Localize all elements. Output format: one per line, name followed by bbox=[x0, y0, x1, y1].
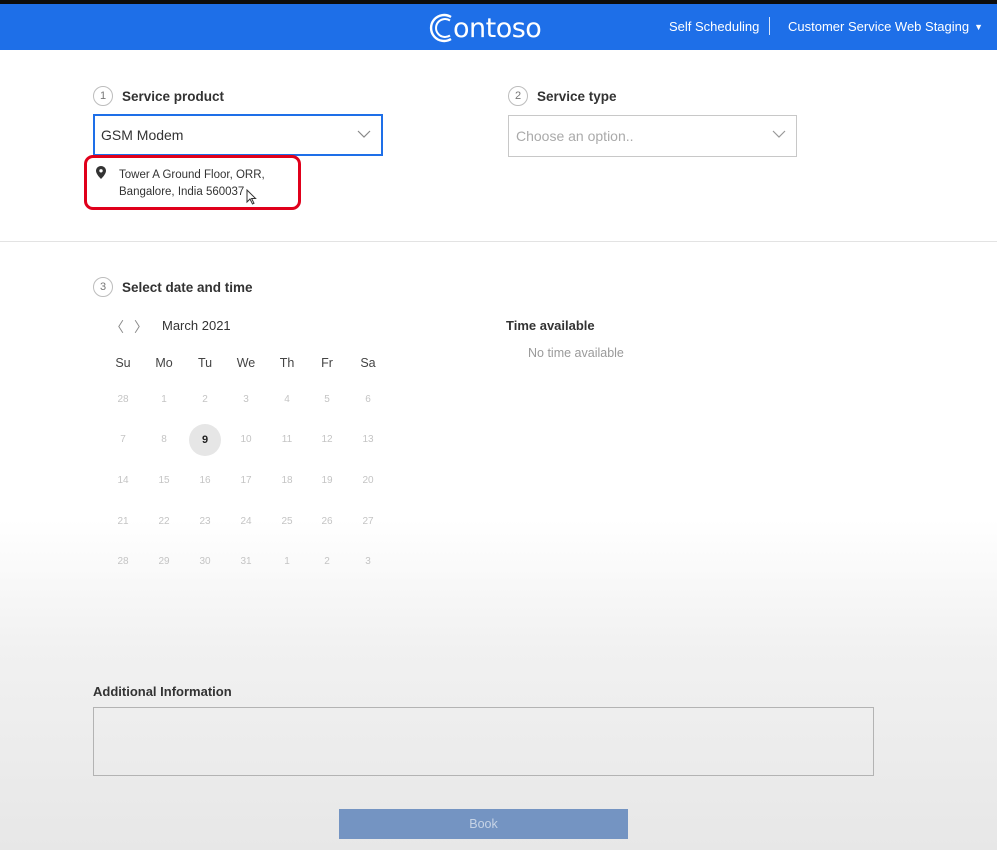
calendar-day[interactable]: 4 bbox=[271, 384, 303, 416]
contoso-logo[interactable]: ontoso bbox=[427, 8, 542, 48]
calendar-day[interactable]: 7 bbox=[107, 424, 139, 456]
additional-information-label: Additional Information bbox=[93, 684, 232, 699]
weekday-header: Sa bbox=[360, 356, 376, 370]
weekday-header: We bbox=[236, 356, 256, 370]
self-scheduling-link[interactable]: Self Scheduling bbox=[669, 19, 759, 34]
calendar-day[interactable]: 12 bbox=[311, 424, 343, 456]
time-available-title: Time available bbox=[506, 318, 595, 333]
step-date-time: 3 Select date and time bbox=[93, 277, 253, 297]
calendar-day[interactable]: 15 bbox=[148, 465, 180, 497]
additional-information-input[interactable] bbox=[93, 707, 874, 776]
address-line-1: Tower A Ground Floor, ORR, bbox=[119, 169, 265, 181]
calendar-day[interactable]: 2 bbox=[189, 384, 221, 416]
step-label: Select date and time bbox=[122, 279, 253, 295]
calendar-day[interactable]: 25 bbox=[271, 506, 303, 538]
service-type-dropdown[interactable]: Choose an option.. bbox=[508, 115, 797, 157]
calendar-day[interactable]: 18 bbox=[271, 465, 303, 497]
calendar-day[interactable]: 1 bbox=[148, 384, 180, 416]
calendar-day[interactable]: 10 bbox=[230, 424, 262, 456]
calendar-day[interactable]: 30 bbox=[189, 546, 221, 578]
calendar-day[interactable]: 11 bbox=[271, 424, 303, 456]
mouse-pointer-icon bbox=[246, 189, 257, 205]
step-label: Service type bbox=[537, 88, 617, 104]
calendar-day[interactable]: 3 bbox=[352, 546, 384, 578]
service-product-dropdown[interactable]: GSM Modem bbox=[93, 114, 383, 156]
service-type-placeholder: Choose an option.. bbox=[516, 128, 634, 144]
calendar-day[interactable]: 20 bbox=[352, 465, 384, 497]
location-pin-icon bbox=[96, 166, 106, 179]
calendar-day[interactable]: 8 bbox=[148, 424, 180, 456]
calendar-day[interactable]: 29 bbox=[148, 546, 180, 578]
step-number: 3 bbox=[93, 277, 113, 297]
weekday-header: Su bbox=[115, 356, 131, 370]
weekday-header: Mo bbox=[155, 356, 173, 370]
calendar-day[interactable]: 31 bbox=[230, 546, 262, 578]
calendar-day[interactable]: 2 bbox=[311, 546, 343, 578]
calendar-day[interactable]: 14 bbox=[107, 465, 139, 497]
calendar-day[interactable]: 6 bbox=[352, 384, 384, 416]
step-number: 2 bbox=[508, 86, 528, 106]
logo-text: ontoso bbox=[453, 12, 542, 44]
calendar-day[interactable]: 5 bbox=[311, 384, 343, 416]
chevron-down-icon bbox=[357, 130, 371, 138]
weekday-header: Fr bbox=[321, 356, 333, 370]
previous-month-button[interactable]: 〈 bbox=[110, 317, 124, 337]
calendar-day[interactable]: 24 bbox=[230, 506, 262, 538]
service-address: Tower A Ground Floor, ORR, Bangalore, In… bbox=[119, 167, 265, 201]
next-month-button[interactable]: 〉 bbox=[134, 317, 148, 337]
weekday-header: Th bbox=[279, 356, 295, 370]
calendar-day[interactable]: 21 bbox=[107, 506, 139, 538]
service-address-highlight: Tower A Ground Floor, ORR, Bangalore, In… bbox=[84, 155, 301, 210]
service-product-value: GSM Modem bbox=[101, 127, 184, 143]
step-number: 1 bbox=[93, 86, 113, 106]
environment-label: Customer Service Web Staging bbox=[788, 19, 970, 34]
calendar-day[interactable]: 28 bbox=[107, 546, 139, 578]
calendar-day[interactable]: 3 bbox=[230, 384, 262, 416]
calendar-month: March 2021 bbox=[162, 318, 231, 333]
book-button[interactable]: Book bbox=[339, 809, 628, 839]
step-service-type: 2 Service type bbox=[508, 86, 617, 106]
environment-menu[interactable]: Customer Service Web Staging ▼ bbox=[788, 19, 983, 34]
calendar-day[interactable]: 28 bbox=[107, 384, 139, 416]
caret-down-icon: ▼ bbox=[974, 22, 984, 32]
step-label: Service product bbox=[122, 88, 225, 104]
calendar-day[interactable]: 22 bbox=[148, 506, 180, 538]
section-divider bbox=[0, 241, 997, 242]
calendar-day[interactable]: 1 bbox=[271, 546, 303, 578]
calendar-day[interactable]: 16 bbox=[189, 465, 221, 497]
calendar-day[interactable]: 27 bbox=[352, 506, 384, 538]
calendar-day[interactable]: 9 bbox=[189, 424, 221, 456]
nav-separator bbox=[769, 17, 770, 35]
chevron-down-icon bbox=[772, 130, 786, 138]
address-line-2: Bangalore, India 560037 bbox=[119, 186, 245, 198]
step-service-product: 1 Service product bbox=[93, 86, 224, 106]
calendar-day[interactable]: 26 bbox=[311, 506, 343, 538]
calendar-day[interactable]: 23 bbox=[189, 506, 221, 538]
time-available-status: No time available bbox=[528, 346, 624, 360]
calendar-day[interactable]: 17 bbox=[230, 465, 262, 497]
calendar-day[interactable]: 19 bbox=[311, 465, 343, 497]
weekday-header: Tu bbox=[197, 356, 213, 370]
calendar-day[interactable]: 13 bbox=[352, 424, 384, 456]
top-nav-bar: ontoso Self Scheduling Customer Service … bbox=[0, 0, 997, 50]
